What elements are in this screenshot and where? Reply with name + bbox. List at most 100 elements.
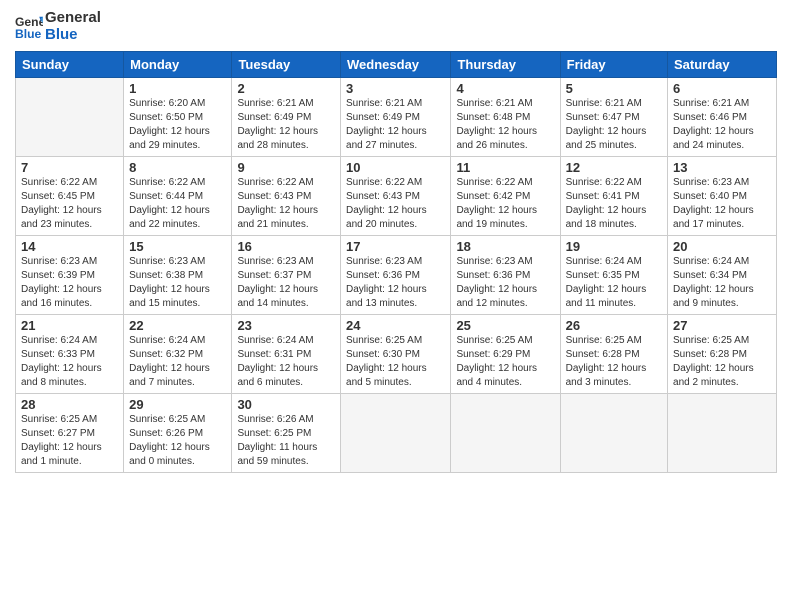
day-info: Sunrise: 6:26 AM Sunset: 6:25 PM Dayligh… (237, 413, 335, 469)
day-info: Sunrise: 6:23 AM Sunset: 6:36 PM Dayligh… (346, 255, 445, 311)
day-number: 26 (566, 318, 662, 333)
day-info: Sunrise: 6:21 AM Sunset: 6:48 PM Dayligh… (456, 97, 554, 153)
calendar-cell (668, 394, 777, 473)
day-number: 16 (237, 239, 335, 254)
weekday-wednesday: Wednesday (341, 52, 451, 78)
day-number: 5 (566, 81, 662, 96)
week-row-2: 7Sunrise: 6:22 AM Sunset: 6:45 PM Daylig… (16, 157, 777, 236)
day-info: Sunrise: 6:25 AM Sunset: 6:28 PM Dayligh… (673, 334, 771, 390)
logo-general: General (45, 10, 101, 27)
day-info: Sunrise: 6:22 AM Sunset: 6:43 PM Dayligh… (346, 176, 445, 232)
calendar-cell: 20Sunrise: 6:24 AM Sunset: 6:34 PM Dayli… (668, 236, 777, 315)
calendar-cell: 2Sunrise: 6:21 AM Sunset: 6:49 PM Daylig… (232, 78, 341, 157)
calendar-cell: 6Sunrise: 6:21 AM Sunset: 6:46 PM Daylig… (668, 78, 777, 157)
calendar-cell: 25Sunrise: 6:25 AM Sunset: 6:29 PM Dayli… (451, 315, 560, 394)
calendar-cell: 1Sunrise: 6:20 AM Sunset: 6:50 PM Daylig… (124, 78, 232, 157)
day-number: 25 (456, 318, 554, 333)
calendar-cell: 7Sunrise: 6:22 AM Sunset: 6:45 PM Daylig… (16, 157, 124, 236)
calendar-cell: 10Sunrise: 6:22 AM Sunset: 6:43 PM Dayli… (341, 157, 451, 236)
calendar-cell: 13Sunrise: 6:23 AM Sunset: 6:40 PM Dayli… (668, 157, 777, 236)
calendar-cell: 18Sunrise: 6:23 AM Sunset: 6:36 PM Dayli… (451, 236, 560, 315)
weekday-tuesday: Tuesday (232, 52, 341, 78)
day-info: Sunrise: 6:21 AM Sunset: 6:49 PM Dayligh… (237, 97, 335, 153)
calendar-cell: 28Sunrise: 6:25 AM Sunset: 6:27 PM Dayli… (16, 394, 124, 473)
day-number: 4 (456, 81, 554, 96)
day-info: Sunrise: 6:25 AM Sunset: 6:29 PM Dayligh… (456, 334, 554, 390)
day-info: Sunrise: 6:22 AM Sunset: 6:44 PM Dayligh… (129, 176, 226, 232)
weekday-monday: Monday (124, 52, 232, 78)
day-info: Sunrise: 6:23 AM Sunset: 6:38 PM Dayligh… (129, 255, 226, 311)
calendar-cell: 19Sunrise: 6:24 AM Sunset: 6:35 PM Dayli… (560, 236, 667, 315)
day-number: 29 (129, 397, 226, 412)
day-info: Sunrise: 6:23 AM Sunset: 6:36 PM Dayligh… (456, 255, 554, 311)
day-info: Sunrise: 6:24 AM Sunset: 6:33 PM Dayligh… (21, 334, 118, 390)
week-row-1: 1Sunrise: 6:20 AM Sunset: 6:50 PM Daylig… (16, 78, 777, 157)
calendar-table: SundayMondayTuesdayWednesdayThursdayFrid… (15, 51, 777, 473)
day-info: Sunrise: 6:25 AM Sunset: 6:28 PM Dayligh… (566, 334, 662, 390)
calendar-cell (341, 394, 451, 473)
day-number: 13 (673, 160, 771, 175)
week-row-4: 21Sunrise: 6:24 AM Sunset: 6:33 PM Dayli… (16, 315, 777, 394)
calendar-cell (451, 394, 560, 473)
calendar-cell: 15Sunrise: 6:23 AM Sunset: 6:38 PM Dayli… (124, 236, 232, 315)
day-number: 24 (346, 318, 445, 333)
logo-blue: Blue (45, 27, 101, 44)
calendar-cell: 9Sunrise: 6:22 AM Sunset: 6:43 PM Daylig… (232, 157, 341, 236)
svg-text:Blue: Blue (15, 27, 42, 41)
day-info: Sunrise: 6:25 AM Sunset: 6:27 PM Dayligh… (21, 413, 118, 469)
day-info: Sunrise: 6:22 AM Sunset: 6:43 PM Dayligh… (237, 176, 335, 232)
day-number: 7 (21, 160, 118, 175)
calendar-cell: 5Sunrise: 6:21 AM Sunset: 6:47 PM Daylig… (560, 78, 667, 157)
calendar-cell: 14Sunrise: 6:23 AM Sunset: 6:39 PM Dayli… (16, 236, 124, 315)
day-number: 23 (237, 318, 335, 333)
day-number: 12 (566, 160, 662, 175)
week-row-5: 28Sunrise: 6:25 AM Sunset: 6:27 PM Dayli… (16, 394, 777, 473)
day-info: Sunrise: 6:24 AM Sunset: 6:35 PM Dayligh… (566, 255, 662, 311)
day-number: 17 (346, 239, 445, 254)
calendar-cell (560, 394, 667, 473)
calendar-cell: 4Sunrise: 6:21 AM Sunset: 6:48 PM Daylig… (451, 78, 560, 157)
day-number: 9 (237, 160, 335, 175)
calendar-cell: 22Sunrise: 6:24 AM Sunset: 6:32 PM Dayli… (124, 315, 232, 394)
day-number: 27 (673, 318, 771, 333)
weekday-sunday: Sunday (16, 52, 124, 78)
day-number: 28 (21, 397, 118, 412)
logo: General Blue General Blue (15, 10, 101, 43)
day-number: 20 (673, 239, 771, 254)
calendar-cell: 24Sunrise: 6:25 AM Sunset: 6:30 PM Dayli… (341, 315, 451, 394)
day-info: Sunrise: 6:22 AM Sunset: 6:41 PM Dayligh… (566, 176, 662, 232)
day-info: Sunrise: 6:21 AM Sunset: 6:49 PM Dayligh… (346, 97, 445, 153)
day-info: Sunrise: 6:25 AM Sunset: 6:26 PM Dayligh… (129, 413, 226, 469)
day-number: 11 (456, 160, 554, 175)
day-number: 15 (129, 239, 226, 254)
day-number: 8 (129, 160, 226, 175)
day-number: 21 (21, 318, 118, 333)
logo-icon: General Blue (15, 13, 43, 41)
weekday-friday: Friday (560, 52, 667, 78)
day-number: 3 (346, 81, 445, 96)
day-number: 30 (237, 397, 335, 412)
day-info: Sunrise: 6:23 AM Sunset: 6:40 PM Dayligh… (673, 176, 771, 232)
day-info: Sunrise: 6:22 AM Sunset: 6:45 PM Dayligh… (21, 176, 118, 232)
calendar-cell: 8Sunrise: 6:22 AM Sunset: 6:44 PM Daylig… (124, 157, 232, 236)
day-info: Sunrise: 6:24 AM Sunset: 6:31 PM Dayligh… (237, 334, 335, 390)
day-info: Sunrise: 6:20 AM Sunset: 6:50 PM Dayligh… (129, 97, 226, 153)
calendar-cell: 30Sunrise: 6:26 AM Sunset: 6:25 PM Dayli… (232, 394, 341, 473)
day-info: Sunrise: 6:23 AM Sunset: 6:37 PM Dayligh… (237, 255, 335, 311)
calendar-cell: 23Sunrise: 6:24 AM Sunset: 6:31 PM Dayli… (232, 315, 341, 394)
weekday-saturday: Saturday (668, 52, 777, 78)
weekday-thursday: Thursday (451, 52, 560, 78)
day-number: 10 (346, 160, 445, 175)
calendar-cell: 27Sunrise: 6:25 AM Sunset: 6:28 PM Dayli… (668, 315, 777, 394)
calendar-cell: 11Sunrise: 6:22 AM Sunset: 6:42 PM Dayli… (451, 157, 560, 236)
weekday-header-row: SundayMondayTuesdayWednesdayThursdayFrid… (16, 52, 777, 78)
calendar-cell (16, 78, 124, 157)
calendar-cell: 21Sunrise: 6:24 AM Sunset: 6:33 PM Dayli… (16, 315, 124, 394)
day-number: 18 (456, 239, 554, 254)
calendar-cell: 12Sunrise: 6:22 AM Sunset: 6:41 PM Dayli… (560, 157, 667, 236)
day-number: 2 (237, 81, 335, 96)
day-number: 1 (129, 81, 226, 96)
day-number: 14 (21, 239, 118, 254)
day-number: 22 (129, 318, 226, 333)
day-info: Sunrise: 6:25 AM Sunset: 6:30 PM Dayligh… (346, 334, 445, 390)
